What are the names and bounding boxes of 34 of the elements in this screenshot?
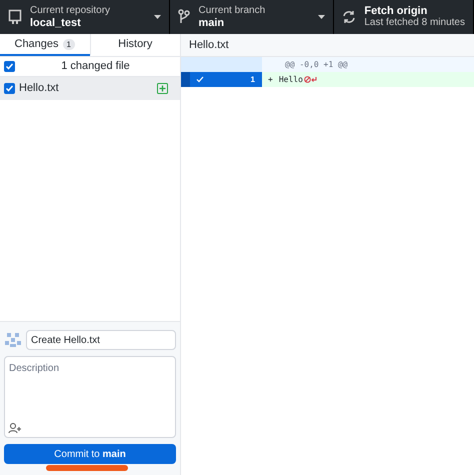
line-number: 1 [250, 74, 255, 86]
tab[interactable]: Changes 1 [0, 34, 90, 56]
line-gutter[interactable]: 1 [181, 72, 262, 87]
repository-icon [8, 9, 22, 25]
toolbar-label: Current branch [198, 5, 266, 17]
description-field[interactable]: Description [4, 356, 176, 438]
hunk-header: @@ -0,0 +1 @@ [284, 59, 348, 71]
checkbox[interactable] [4, 61, 15, 72]
toolbar-label: Current repository [30, 5, 112, 17]
toolbar-value: local_test [30, 17, 82, 29]
commit-button[interactable]: Commit to main [4, 444, 176, 464]
toolbar-value: Last fetched 8 minutes [364, 17, 465, 29]
diff-sign: + [268, 74, 273, 86]
count-badge: 1 [62, 38, 75, 50]
caret-icon [154, 15, 162, 19]
check-icon [196, 76, 204, 83]
caret-icon [318, 15, 326, 19]
no-newline-icon [304, 76, 318, 83]
changed-files-count: 1 changed file [60, 59, 131, 74]
avatar-icon [4, 331, 22, 349]
sync-icon [342, 10, 356, 24]
added-file-icon [157, 83, 168, 94]
diff-file-name: Hello.txt [189, 38, 229, 53]
toolbar-button[interactable]: Current repository local_test [0, 0, 170, 34]
file-name: Hello.txt [19, 81, 60, 96]
summary-field[interactable]: Create Hello.txt [26, 330, 176, 350]
file-row[interactable]: Hello.txt [0, 77, 180, 100]
toolbar-value: main [198, 17, 226, 29]
tab[interactable]: History [90, 34, 180, 56]
checkbox[interactable] [4, 83, 15, 94]
branch-icon [178, 9, 190, 25]
diff-line-text: Hello [278, 74, 303, 86]
toolbar-label: Fetch origin [364, 5, 428, 17]
add-coauthor-icon[interactable] [8, 422, 22, 434]
